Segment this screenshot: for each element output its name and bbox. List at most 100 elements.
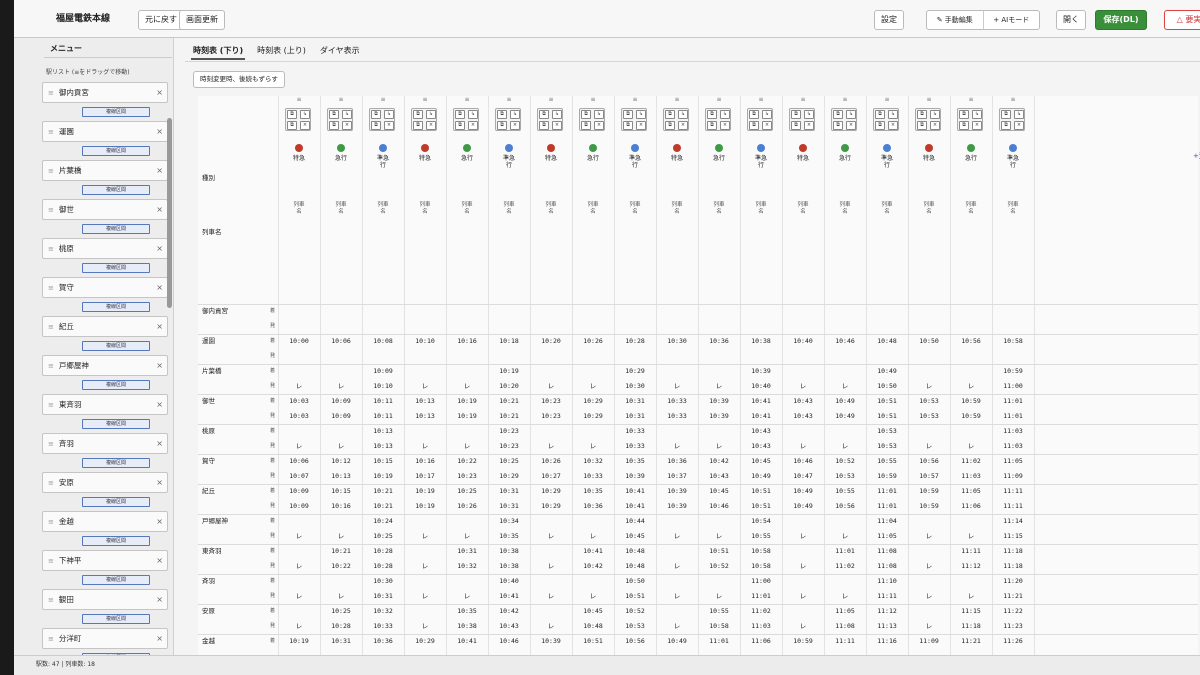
- time-cell[interactable]: 11:09: [908, 637, 950, 645]
- station-item[interactable]: ≡ 安原 ×: [42, 472, 168, 493]
- time-cell[interactable]: 10:33: [614, 442, 656, 450]
- time-cell[interactable]: レ: [320, 442, 362, 450]
- time-cell[interactable]: 10:03: [278, 412, 320, 420]
- time-cell[interactable]: 10:49: [740, 472, 782, 480]
- time-cell[interactable]: レ: [656, 532, 698, 540]
- time-cell[interactable]: 10:38: [740, 337, 782, 345]
- time-cell[interactable]: 11:05: [824, 607, 866, 615]
- delete-station-icon[interactable]: ×: [156, 317, 163, 336]
- time-cell[interactable]: レ: [824, 532, 866, 540]
- time-cell[interactable]: レ: [572, 442, 614, 450]
- time-cell[interactable]: 10:29: [572, 412, 614, 420]
- refresh-button[interactable]: 画面更新: [179, 10, 225, 30]
- time-cell[interactable]: 10:31: [488, 487, 530, 495]
- time-cell[interactable]: 10:31: [614, 397, 656, 405]
- time-cell[interactable]: レ: [698, 532, 740, 540]
- time-cell[interactable]: 11:22: [992, 607, 1034, 615]
- time-cell[interactable]: 11:05: [950, 487, 992, 495]
- time-cell[interactable]: 10:22: [446, 457, 488, 465]
- delete-station-icon[interactable]: ×: [156, 512, 163, 531]
- time-cell[interactable]: レ: [950, 442, 992, 450]
- train-type[interactable]: 急行: [965, 155, 977, 162]
- drag-handle-icon[interactable]: ≡: [48, 89, 54, 97]
- column-drag-icon[interactable]: ≡: [488, 96, 530, 104]
- time-cell[interactable]: レ: [908, 382, 950, 390]
- time-cell[interactable]: 10:13: [404, 397, 446, 405]
- time-cell[interactable]: レ: [824, 382, 866, 390]
- time-cell[interactable]: 10:55: [824, 487, 866, 495]
- time-cell[interactable]: 11:20: [992, 577, 1034, 585]
- insert-icon[interactable]: ↳: [384, 110, 394, 119]
- train-name[interactable]: 列車名: [797, 202, 809, 215]
- column-drag-icon[interactable]: ≡: [530, 96, 572, 104]
- time-cell[interactable]: 10:46: [824, 337, 866, 345]
- time-cell[interactable]: 10:31: [446, 547, 488, 555]
- time-cell[interactable]: 10:38: [446, 622, 488, 630]
- delete-station-icon[interactable]: ×: [156, 161, 163, 180]
- insert-icon[interactable]: ↳: [510, 110, 520, 119]
- time-cell[interactable]: 10:19: [446, 397, 488, 405]
- time-cell[interactable]: 11:18: [992, 547, 1034, 555]
- delete-station-icon[interactable]: ×: [156, 356, 163, 375]
- delete-icon[interactable]: ×: [804, 121, 814, 130]
- time-cell[interactable]: 10:27: [530, 472, 572, 480]
- time-cell[interactable]: レ: [530, 592, 572, 600]
- time-cell[interactable]: レ: [950, 382, 992, 390]
- time-cell[interactable]: レ: [446, 382, 488, 390]
- insert-icon[interactable]: ↳: [762, 110, 772, 119]
- time-cell[interactable]: 10:35: [614, 457, 656, 465]
- time-cell[interactable]: レ: [404, 592, 446, 600]
- time-cell[interactable]: 11:01: [866, 502, 908, 510]
- time-cell[interactable]: 10:51: [740, 487, 782, 495]
- delete-station-icon[interactable]: ×: [156, 239, 163, 258]
- station-item[interactable]: ≡ 金越 ×: [42, 511, 168, 532]
- time-cell[interactable]: 11:10: [866, 577, 908, 585]
- duplicate-icon[interactable]: ⧉: [455, 121, 465, 130]
- save-download-button[interactable]: 保存(DL): [1095, 10, 1147, 30]
- station-item[interactable]: ≡ 斉羽 ×: [42, 433, 168, 454]
- drag-handle-icon[interactable]: ≡: [48, 362, 54, 370]
- time-cell[interactable]: 10:20: [488, 382, 530, 390]
- time-cell[interactable]: 10:35: [572, 487, 614, 495]
- column-drag-icon[interactable]: ≡: [992, 96, 1034, 104]
- delete-icon[interactable]: ×: [468, 121, 478, 130]
- delete-station-icon[interactable]: ×: [156, 551, 163, 570]
- time-cell[interactable]: 10:40: [782, 337, 824, 345]
- time-cell[interactable]: 10:51: [866, 397, 908, 405]
- time-cell[interactable]: 10:33: [572, 472, 614, 480]
- time-cell[interactable]: 10:51: [572, 637, 614, 645]
- column-drag-icon[interactable]: ≡: [446, 96, 488, 104]
- time-cell[interactable]: レ: [908, 592, 950, 600]
- time-cell[interactable]: 10:40: [488, 577, 530, 585]
- copy-icon[interactable]: ⧉: [623, 110, 633, 119]
- delete-icon[interactable]: ×: [426, 121, 436, 130]
- time-cell[interactable]: レ: [320, 532, 362, 540]
- time-cell[interactable]: レ: [656, 442, 698, 450]
- time-cell[interactable]: 10:13: [362, 427, 404, 435]
- time-cell[interactable]: 10:16: [320, 502, 362, 510]
- station-item[interactable]: ≡ 下神平 ×: [42, 550, 168, 571]
- time-cell[interactable]: 10:51: [740, 502, 782, 510]
- train-name[interactable]: 列車名: [755, 202, 767, 215]
- time-cell[interactable]: 11:04: [866, 517, 908, 525]
- time-cell[interactable]: 10:13: [320, 472, 362, 480]
- time-cell[interactable]: 11:01: [992, 397, 1034, 405]
- time-cell[interactable]: 10:09: [278, 487, 320, 495]
- insert-icon[interactable]: ↳: [594, 110, 604, 119]
- column-drag-icon[interactable]: ≡: [782, 96, 824, 104]
- train-name[interactable]: 列車名: [293, 202, 305, 215]
- time-cell[interactable]: レ: [908, 562, 950, 570]
- train-type[interactable]: 特急: [797, 155, 809, 162]
- time-cell[interactable]: 10:55: [740, 532, 782, 540]
- duplicate-icon[interactable]: ⧉: [1001, 121, 1011, 130]
- time-cell[interactable]: レ: [824, 592, 866, 600]
- train-type[interactable]: 急行: [335, 155, 347, 162]
- time-cell[interactable]: 10:34: [488, 517, 530, 525]
- time-cell[interactable]: 10:09: [278, 502, 320, 510]
- time-cell[interactable]: 10:30: [656, 337, 698, 345]
- train-type[interactable]: 準急行: [881, 155, 893, 169]
- time-cell[interactable]: 11:11: [992, 502, 1034, 510]
- time-cell[interactable]: 10:53: [614, 622, 656, 630]
- time-cell[interactable]: 11:12: [950, 562, 992, 570]
- time-cell[interactable]: 10:39: [530, 637, 572, 645]
